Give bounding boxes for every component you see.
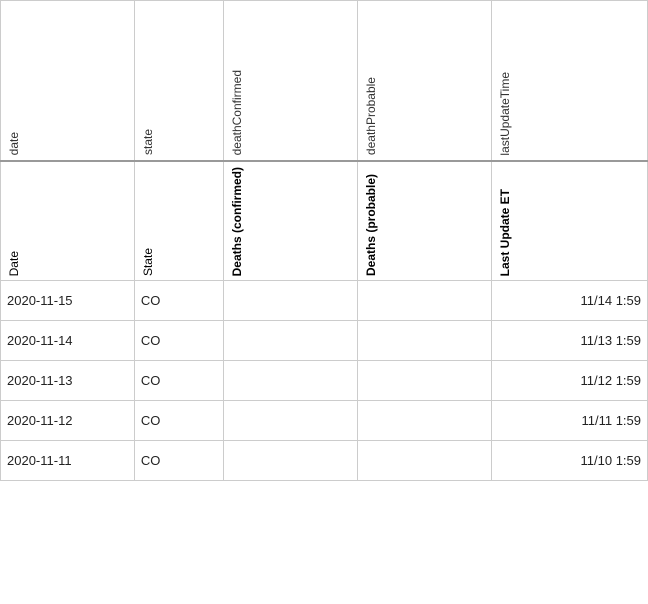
col-display-state: State (134, 161, 223, 281)
table-body: 2020-11-15CO11/14 1:592020-11-14CO11/13 … (1, 281, 648, 481)
col-header-confirmed: deathConfirmed (224, 1, 358, 161)
table-row: 2020-11-12CO 11/11 1:59 (1, 401, 648, 441)
cell-probable (357, 361, 491, 401)
cell-date: 2020-11-14 (1, 321, 135, 361)
col-header-probable: deathProbable (357, 1, 491, 161)
col-display-confirmed: Deaths (confirmed) (224, 161, 358, 281)
cell-state: CO (134, 441, 223, 481)
col-display-date: Date (1, 161, 135, 281)
table-row: 2020-11-13CO 11/12 1:59 (1, 361, 648, 401)
cell-confirmed (224, 321, 358, 361)
table-row: 2020-11-14CO 11/13 1:59 (1, 321, 648, 361)
col-display-probable: Deaths (probable) (357, 161, 491, 281)
col-header-date: date (1, 1, 135, 161)
cell-lastupdate: 11/14 1:59 (491, 281, 647, 321)
cell-lastupdate: 11/11 1:59 (491, 401, 647, 441)
cell-state: CO (134, 281, 223, 321)
cell-confirmed (224, 401, 358, 441)
header-row-1: date state deathConfirmed deathProbable (1, 1, 648, 161)
cell-date: 2020-11-13 (1, 361, 135, 401)
cell-state: CO (134, 401, 223, 441)
cell-probable (357, 281, 491, 321)
table-row: 2020-11-15CO 11/14 1:59 (1, 281, 648, 321)
cell-lastupdate: 11/10 1:59 (491, 441, 647, 481)
header-row-2: Date State Deaths (confirmed) Deaths (pr… (1, 161, 648, 281)
cell-probable (357, 441, 491, 481)
cell-probable (357, 321, 491, 361)
cell-state: CO (134, 361, 223, 401)
col-header-lastupdate: lastUpdateTime (491, 1, 647, 161)
cell-confirmed (224, 281, 358, 321)
table-row: 2020-11-11CO 11/10 1:59 (1, 441, 648, 481)
cell-date: 2020-11-15 (1, 281, 135, 321)
cell-date: 2020-11-11 (1, 441, 135, 481)
cell-confirmed (224, 441, 358, 481)
col-header-state: state (134, 1, 223, 161)
cell-probable (357, 401, 491, 441)
cell-state: CO (134, 321, 223, 361)
cell-confirmed (224, 361, 358, 401)
col-display-lastupdate: Last Update ET (491, 161, 647, 281)
cell-lastupdate: 11/12 1:59 (491, 361, 647, 401)
data-table: date state deathConfirmed deathProbable (0, 0, 648, 481)
cell-date: 2020-11-12 (1, 401, 135, 441)
table-wrapper: date state deathConfirmed deathProbable (0, 0, 648, 604)
cell-lastupdate: 11/13 1:59 (491, 321, 647, 361)
